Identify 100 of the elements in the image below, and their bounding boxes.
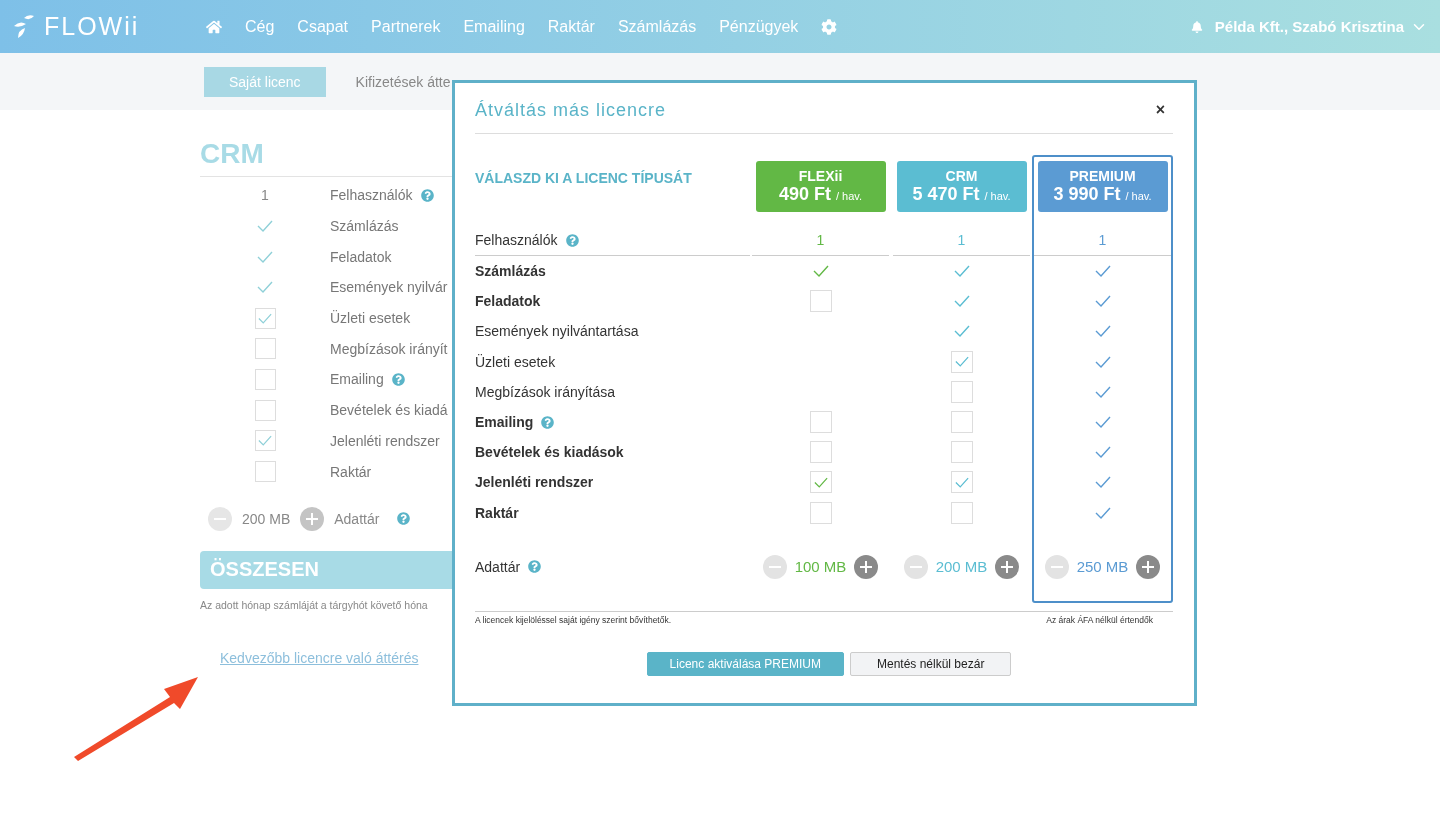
plan-price: 3 990 Ft / hav.	[1053, 184, 1152, 205]
feature-label: Feladatok	[330, 248, 392, 265]
plus-icon[interactable]	[995, 554, 1020, 579]
help-icon[interactable]	[541, 415, 555, 429]
plan-card[interactable]: CRM 5 470 Ft / hav.	[896, 161, 1027, 212]
checkbox[interactable]	[809, 501, 832, 524]
logo-text: FLOWii	[44, 12, 140, 41]
plus-icon[interactable]	[1136, 554, 1161, 579]
row-label: Adattár	[475, 558, 521, 575]
plan-card[interactable]: PREMIUM 3 990 Ft / hav.	[1037, 161, 1168, 212]
plus-icon[interactable]	[300, 506, 325, 531]
storage-value: 250 MB	[1076, 558, 1129, 576]
check-icon	[1094, 446, 1111, 459]
nav-link[interactable]: Pénzügyek	[719, 17, 799, 36]
checkbox[interactable]	[950, 411, 973, 434]
check-icon	[1094, 385, 1111, 398]
checkbox[interactable]	[950, 471, 973, 494]
check-icon	[953, 325, 970, 338]
storage-value: 100 MB	[794, 558, 847, 576]
footnote: Az árak ÁFA nélkül értendők	[1046, 614, 1153, 625]
help-icon[interactable]	[528, 560, 542, 574]
checkbox[interactable]	[254, 368, 276, 390]
feature-label: Jelenléti rendszer	[330, 432, 440, 449]
nav-link[interactable]: Csapat	[297, 17, 349, 36]
help-icon[interactable]	[391, 372, 405, 386]
feature-label: Bevételek és kiadá	[330, 402, 448, 419]
feature-label: Számlázás	[330, 218, 399, 235]
nav-link[interactable]: Raktár	[547, 17, 595, 36]
row-label: Események nyilvántartása	[475, 323, 639, 340]
row-label: Jelenléti rendszer	[475, 474, 594, 491]
plan-price: 5 470 Ft / hav.	[912, 184, 1011, 205]
cancel-button[interactable]: Mentés nélkül bezár	[850, 651, 1012, 676]
checkbox[interactable]	[950, 501, 973, 524]
switch-license-link[interactable]: Kedvezőbb licencre való áttérés	[220, 649, 419, 666]
checkbox[interactable]	[950, 380, 973, 403]
row-label: Bevételek és kiadások	[475, 444, 624, 461]
dialog-title: Átváltás más licencre	[475, 99, 667, 121]
checkbox[interactable]	[809, 441, 832, 464]
minus-icon[interactable]	[1044, 554, 1069, 579]
checkbox[interactable]	[254, 338, 276, 360]
nav-link[interactable]: Számlázás	[617, 17, 697, 36]
minus-icon[interactable]	[903, 554, 928, 579]
help-icon[interactable]	[397, 512, 411, 526]
user-count: 1	[1098, 232, 1107, 248]
row-label: Emailing	[475, 414, 534, 431]
checkbox[interactable]	[254, 430, 276, 452]
checkbox[interactable]	[254, 307, 276, 329]
row-label: Felhasználók	[475, 232, 558, 248]
feature-label: Üzleti esetek	[330, 310, 411, 327]
help-icon[interactable]	[565, 233, 579, 247]
checkbox[interactable]	[809, 411, 832, 434]
nav-link[interactable]: Partnerek	[371, 17, 441, 36]
plan-card[interactable]: FLEXii 490 Ft / hav.	[755, 161, 886, 212]
nav-link[interactable]: Cég	[245, 17, 275, 36]
checkbox[interactable]	[809, 471, 832, 494]
check-icon	[813, 476, 828, 488]
bell-icon[interactable]	[1190, 20, 1203, 33]
settings-icon[interactable]	[821, 18, 838, 35]
checkbox[interactable]	[950, 441, 973, 464]
tab[interactable]: Saját licenc	[204, 66, 326, 97]
checkbox[interactable]	[254, 461, 276, 483]
check-icon	[1094, 476, 1111, 489]
check-icon	[954, 476, 969, 488]
home-icon[interactable]	[206, 18, 222, 35]
nav-link[interactable]: Emailing	[463, 17, 525, 36]
check-icon	[812, 265, 829, 278]
checkbox[interactable]	[809, 290, 832, 313]
user-name[interactable]: Példa Kft., Szabó Krisztina	[1214, 18, 1404, 35]
feature-label: Felhasználók	[330, 187, 413, 204]
feature-label: Emailing	[330, 371, 384, 388]
storage-label: Adattár	[334, 510, 380, 527]
checkbox[interactable]	[254, 399, 276, 421]
check-icon	[1094, 506, 1111, 519]
total-bar: ÖSSZESEN	[200, 550, 453, 589]
section-heading: VÁLASZD KI A LICENC TÍPUSÁT	[475, 169, 693, 188]
check-icon	[953, 295, 970, 308]
row-label: Számlázás	[475, 263, 546, 280]
minus-icon[interactable]	[762, 554, 787, 579]
check-icon	[1094, 295, 1111, 308]
checkbox[interactable]	[950, 350, 973, 373]
logo-icon	[12, 13, 36, 40]
plus-icon[interactable]	[854, 554, 879, 579]
minus-icon[interactable]	[208, 506, 232, 531]
feature-label: Raktár	[330, 463, 372, 480]
plan-name: FLEXii	[798, 168, 843, 184]
plan-name: CRM	[945, 168, 978, 184]
check-icon	[258, 312, 272, 324]
check-icon	[258, 435, 272, 447]
activate-button[interactable]: Licenc aktiválása PREMIUM	[646, 651, 844, 676]
check-icon	[1094, 265, 1111, 278]
help-icon[interactable]	[420, 188, 434, 202]
billing-note: Az adott hónap számláját a tárgyhót követő hóna	[200, 598, 429, 611]
check-icon	[954, 356, 969, 368]
row-label: Megbízások irányítása	[475, 383, 616, 400]
plan-name: PREMIUM	[1069, 168, 1136, 184]
user-count: 1	[261, 187, 269, 204]
check-icon	[953, 265, 970, 278]
close-button[interactable]: ×	[1147, 101, 1173, 119]
check-icon	[257, 281, 273, 294]
feature-label: Események nyilvár	[330, 279, 448, 296]
